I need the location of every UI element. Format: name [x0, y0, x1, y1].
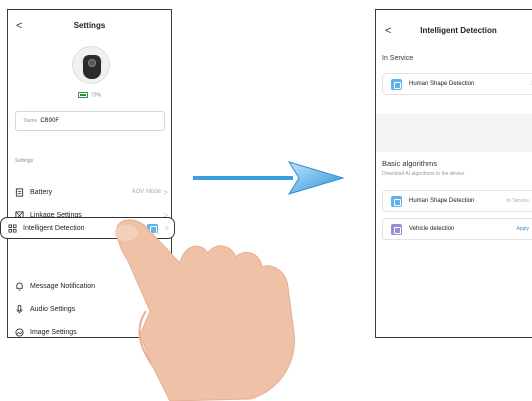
- card-label: Human Shape Detection: [409, 81, 475, 87]
- battery-doc-icon: [15, 188, 24, 197]
- card-label: Vehicle detection: [409, 226, 455, 232]
- camera-lens: [88, 59, 96, 67]
- camera-body: [83, 55, 101, 79]
- fingertip-icon: [114, 225, 138, 241]
- algorithm-card-human[interactable]: Human Shape Detection In Service: [382, 190, 532, 212]
- page-title: Intelligent Detection: [420, 26, 497, 35]
- name-value: CB90F: [40, 118, 60, 124]
- camera-image: [72, 46, 110, 84]
- battery-status: 73%: [8, 92, 171, 98]
- arrow-head: [287, 161, 345, 195]
- row-battery[interactable]: Battery AOV Mode >: [8, 182, 171, 204]
- in-service-heading: In Service: [382, 55, 414, 62]
- basic-algorithms-subtitle: Download AI algorithms to the device.: [382, 171, 466, 177]
- intelligent-detection-screen: < Intelligent Detection In Service Human…: [375, 9, 532, 338]
- apply-button[interactable]: Apply: [516, 226, 529, 232]
- name-field[interactable]: Name CB90F: [15, 111, 165, 131]
- row-value: AOV Mode: [131, 189, 161, 195]
- row-label: Message Notification: [30, 283, 95, 290]
- human-shape-icon: [391, 79, 402, 90]
- in-service-card[interactable]: Human Shape Detection >: [382, 73, 532, 95]
- grid-icon: [8, 224, 17, 233]
- name-label: Name: [24, 118, 38, 124]
- row-label: Image Settings: [30, 329, 77, 336]
- row-label: Intelligent Detection: [23, 225, 85, 232]
- row-label: Audio Settings: [30, 306, 76, 313]
- settings-header: < Settings: [8, 10, 171, 42]
- section-divider: [376, 114, 532, 152]
- settings-section-label: Settings: [15, 158, 34, 164]
- human-shape-icon: [391, 196, 402, 207]
- algorithm-card-vehicle[interactable]: Vehicle detection Apply: [382, 218, 532, 240]
- card-label: Human Shape Detection: [409, 198, 475, 204]
- battery-percent: 73%: [90, 92, 101, 99]
- page-title: Settings: [73, 21, 106, 30]
- basic-algorithms-heading: Basic algorithms: [382, 159, 438, 168]
- battery-icon: [77, 92, 88, 98]
- status-badge: In Service: [506, 198, 529, 204]
- hand-shape: [116, 219, 296, 401]
- vehicle-icon: [391, 224, 402, 235]
- chevron-right-icon: >: [163, 188, 168, 197]
- pointing-hand-icon: [114, 219, 296, 401]
- row-label: Battery: [30, 189, 53, 196]
- microphone-icon: [16, 305, 23, 314]
- arrow-right-icon: [193, 161, 345, 195]
- bell-icon: [16, 282, 23, 291]
- image-icon: [15, 328, 24, 337]
